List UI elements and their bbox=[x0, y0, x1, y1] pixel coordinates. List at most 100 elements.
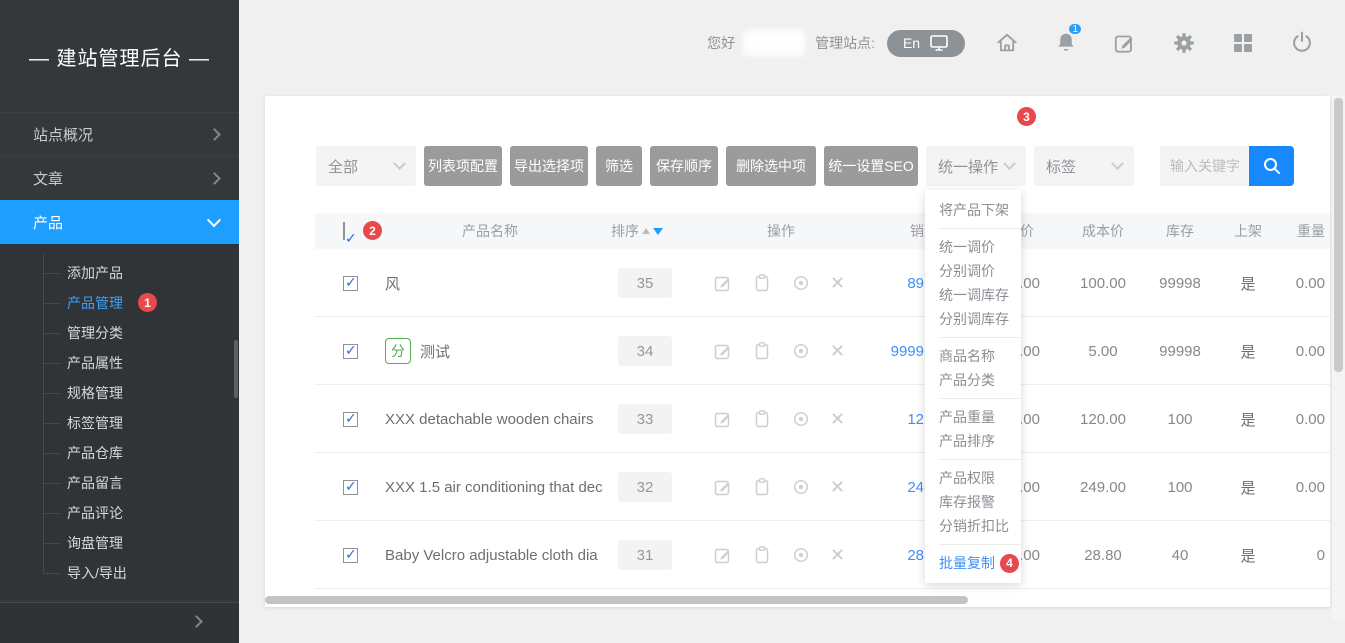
select-all-checkbox[interactable] bbox=[343, 222, 345, 240]
menu-item-separate-stock[interactable]: 分别调库存 bbox=[925, 307, 1021, 331]
sidebar-scrollbar-thumb[interactable] bbox=[234, 340, 238, 398]
unified-operations-select[interactable]: 统一操作 bbox=[926, 146, 1026, 186]
menu-item-product-permission[interactable]: 产品权限 bbox=[925, 466, 1021, 490]
sidebar-item-manage-categories[interactable]: 管理分类 bbox=[0, 318, 239, 348]
view-icon[interactable] bbox=[791, 273, 811, 293]
sidebar-item-product-management[interactable]: 产品管理 1 bbox=[0, 288, 239, 318]
menu-item-product-weight[interactable]: 产品重量 bbox=[925, 405, 1021, 429]
col-header-cost: 成本价 bbox=[1063, 213, 1143, 249]
edit-icon[interactable] bbox=[713, 273, 733, 293]
row-checkbox[interactable] bbox=[343, 412, 358, 427]
menu-item-take-down[interactable]: 将产品下架 bbox=[925, 198, 1021, 222]
compose-button[interactable] bbox=[1095, 30, 1154, 56]
delete-icon[interactable]: ✕ bbox=[830, 409, 845, 429]
row-checkbox[interactable] bbox=[343, 548, 358, 563]
menu-item-separate-reprice[interactable]: 分别调价 bbox=[925, 259, 1021, 283]
sidebar-item-import-export[interactable]: 导入/导出 bbox=[0, 558, 239, 588]
row-checkbox[interactable] bbox=[343, 276, 358, 291]
sales-link[interactable]: 9999 bbox=[891, 317, 924, 385]
search-group bbox=[1160, 146, 1294, 186]
apps-button[interactable] bbox=[1213, 31, 1272, 55]
sidebar-item-products[interactable]: 产品 bbox=[0, 200, 239, 244]
sort-desc-icon[interactable] bbox=[653, 228, 663, 235]
edit-icon[interactable] bbox=[713, 545, 733, 565]
sales-link[interactable]: 89 bbox=[907, 249, 924, 317]
edit-icon[interactable] bbox=[713, 477, 733, 497]
edit-icon[interactable] bbox=[713, 409, 733, 429]
sidebar-item-tag-management[interactable]: 标签管理 bbox=[0, 408, 239, 438]
row-checkbox[interactable] bbox=[343, 344, 358, 359]
sidebar-item-product-reviews[interactable]: 产品评论 bbox=[0, 498, 239, 528]
category-filter-select[interactable]: 全部 bbox=[316, 146, 416, 186]
site-language-switcher[interactable]: En bbox=[887, 30, 965, 57]
edit-icon[interactable] bbox=[713, 341, 733, 361]
notifications-button[interactable]: 1 bbox=[1036, 30, 1095, 56]
vertical-scrollbar-thumb[interactable] bbox=[1334, 98, 1343, 372]
sidebar-item-inquiry-management[interactable]: 询盘管理 bbox=[0, 528, 239, 558]
menu-item-product-name[interactable]: 商品名称 bbox=[925, 344, 1021, 368]
delete-selected-button[interactable]: 删除选中项 bbox=[726, 146, 816, 186]
row-operations: ✕ bbox=[713, 249, 845, 317]
sort-asc-icon[interactable] bbox=[642, 228, 650, 234]
sidebar-item-add-product[interactable]: 添加产品 bbox=[0, 258, 239, 288]
horizontal-scrollbar-thumb[interactable] bbox=[265, 596, 968, 604]
logout-button[interactable] bbox=[1272, 30, 1331, 56]
menu-item-product-category[interactable]: 产品分类 bbox=[925, 368, 1021, 392]
cost-value: 100.00 bbox=[1063, 249, 1143, 317]
sort-value-input[interactable]: 35 bbox=[618, 268, 672, 298]
sidebar-item-product-warehouse[interactable]: 产品仓库 bbox=[0, 438, 239, 468]
table-row: Baby Velcro adjustable cloth dia 31 ✕ 28… bbox=[265, 521, 1330, 589]
sort-header-label: 排序 bbox=[611, 213, 639, 249]
view-icon[interactable] bbox=[791, 545, 811, 565]
delete-icon[interactable]: ✕ bbox=[830, 477, 845, 497]
sort-value-input[interactable]: 32 bbox=[618, 472, 672, 502]
sidebar-item-spec-management[interactable]: 规格管理 bbox=[0, 378, 239, 408]
menu-item-stock-alert[interactable]: 库存报警 bbox=[925, 490, 1021, 514]
sales-link[interactable]: 24 bbox=[907, 453, 924, 521]
view-icon[interactable] bbox=[791, 341, 811, 361]
sidebar-item-site-overview[interactable]: 站点概况 bbox=[0, 112, 239, 156]
settings-button[interactable] bbox=[1154, 30, 1213, 56]
sort-value-input[interactable]: 31 bbox=[618, 540, 672, 570]
sort-value-input[interactable]: 33 bbox=[618, 404, 672, 434]
product-name: 分 测试 bbox=[385, 317, 617, 385]
tags-select[interactable]: 标签 bbox=[1034, 146, 1134, 186]
copy-icon[interactable] bbox=[752, 341, 772, 361]
list-config-button[interactable]: 列表项配置 bbox=[424, 146, 502, 186]
search-input[interactable] bbox=[1160, 146, 1249, 186]
sort-value-input[interactable]: 34 bbox=[618, 336, 672, 366]
view-icon[interactable] bbox=[791, 477, 811, 497]
manage-site-label: 管理站点: bbox=[815, 33, 875, 53]
copy-icon[interactable] bbox=[752, 545, 772, 565]
view-icon[interactable] bbox=[791, 409, 811, 429]
batch-seo-button[interactable]: 统一设置SEO bbox=[824, 146, 918, 186]
save-order-button[interactable]: 保存顺序 bbox=[650, 146, 718, 186]
home-icon bbox=[994, 30, 1020, 56]
delete-icon[interactable]: ✕ bbox=[830, 341, 845, 361]
sidebar-item-product-messages[interactable]: 产品留言 bbox=[0, 468, 239, 498]
copy-icon[interactable] bbox=[752, 477, 772, 497]
copy-icon[interactable] bbox=[752, 273, 772, 293]
filter-button[interactable]: 筛选 bbox=[596, 146, 642, 186]
notification-count-badge: 1 bbox=[1067, 22, 1083, 36]
export-selected-button[interactable]: 导出选择项 bbox=[510, 146, 588, 186]
search-button[interactable] bbox=[1249, 146, 1294, 186]
distribution-badge: 分 bbox=[385, 338, 411, 364]
sales-link[interactable]: 12 bbox=[907, 385, 924, 453]
sidebar-item-product-attributes[interactable]: 产品属性 bbox=[0, 348, 239, 378]
col-header-sort[interactable]: 排序 bbox=[605, 213, 669, 249]
menu-item-distribution-discount[interactable]: 分销折扣比 bbox=[925, 514, 1021, 538]
delete-icon[interactable]: ✕ bbox=[830, 545, 845, 565]
menu-item-unified-reprice[interactable]: 统一调价 bbox=[925, 235, 1021, 259]
menu-item-batch-copy[interactable]: 批量复制 4 bbox=[925, 551, 1021, 575]
sidebar-next-section[interactable] bbox=[0, 603, 239, 643]
home-button[interactable] bbox=[977, 30, 1036, 56]
delete-icon[interactable]: ✕ bbox=[830, 273, 845, 293]
menu-item-product-sort[interactable]: 产品排序 bbox=[925, 429, 1021, 453]
sidebar-item-articles[interactable]: 文章 bbox=[0, 156, 239, 200]
row-checkbox[interactable] bbox=[343, 480, 358, 495]
sales-link[interactable]: 28 bbox=[907, 521, 924, 589]
vertical-scrollbar-track[interactable] bbox=[1332, 96, 1345, 621]
copy-icon[interactable] bbox=[752, 409, 772, 429]
menu-item-unified-stock[interactable]: 统一调库存 bbox=[925, 283, 1021, 307]
